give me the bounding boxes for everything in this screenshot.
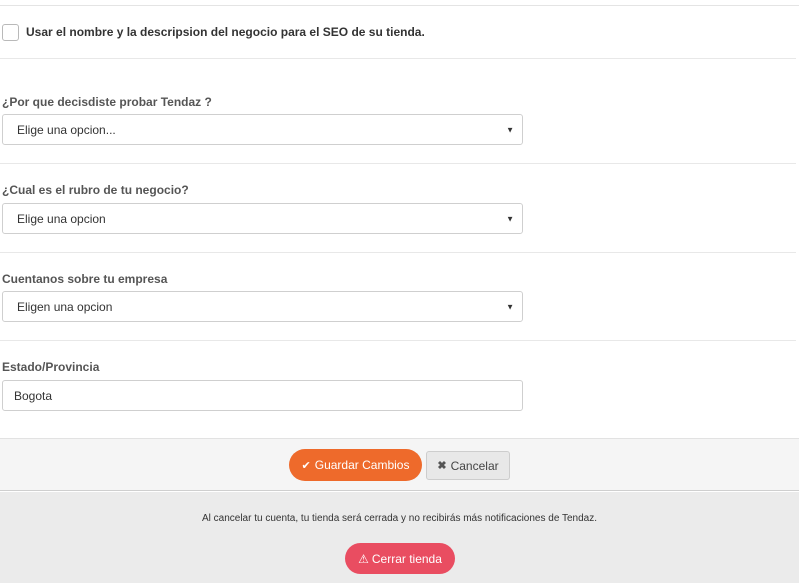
seo-checkbox-label: Usar el nombre y la descripsion del nego…	[26, 25, 425, 39]
state-input[interactable]	[2, 380, 523, 411]
warning-icon: ⚠	[358, 551, 369, 566]
seo-checkbox[interactable]	[2, 23, 19, 41]
cancel-button[interactable]: ✖ Cancelar	[426, 451, 510, 480]
caret-down-icon: ▼	[506, 125, 514, 134]
state-label: Estado/Provincia	[2, 360, 100, 374]
reason-label: ¿Por que decisdiste probar Tendaz ?	[2, 95, 212, 109]
save-button[interactable]: ✔ Guardar Cambios	[289, 449, 422, 481]
caret-down-icon: ▼	[506, 214, 514, 223]
reason-select[interactable]: Elige una opcion... ▼	[2, 114, 523, 145]
company-select-value: Eligen una opcion	[17, 299, 113, 314]
x-icon: ✖	[437, 460, 447, 472]
industry-select[interactable]: Elige una opcion ▼	[2, 203, 523, 234]
company-select[interactable]: Eligen una opcion ▼	[2, 291, 523, 322]
company-label: Cuentanos sobre tu empresa	[2, 272, 168, 286]
divider	[0, 163, 796, 164]
top-divider	[0, 5, 799, 6]
close-store-section: Al cancelar tu cuenta, tu tienda será ce…	[0, 492, 799, 583]
reason-select-value: Elige una opcion...	[17, 122, 116, 137]
check-icon: ✔	[301, 459, 311, 472]
caret-down-icon: ▼	[506, 302, 514, 311]
industry-label: ¿Cual es el rubro de tu negocio?	[2, 183, 189, 197]
form-actions: ✔ Guardar Cambios ✖ Cancelar	[0, 438, 799, 491]
divider	[0, 58, 796, 59]
divider	[0, 340, 796, 341]
close-store-button[interactable]: ⚠ Cerrar tienda	[345, 543, 455, 574]
close-store-button-label: Cerrar tienda	[371, 551, 442, 566]
save-button-label: Guardar Cambios	[314, 458, 410, 472]
seo-option[interactable]: Usar el nombre y la descripsion del nego…	[2, 22, 425, 42]
industry-select-value: Elige una opcion	[17, 211, 106, 226]
divider	[0, 252, 796, 253]
close-store-notice: Al cancelar tu cuenta, tu tienda será ce…	[201, 513, 598, 524]
cancel-button-label: Cancelar	[450, 458, 499, 473]
